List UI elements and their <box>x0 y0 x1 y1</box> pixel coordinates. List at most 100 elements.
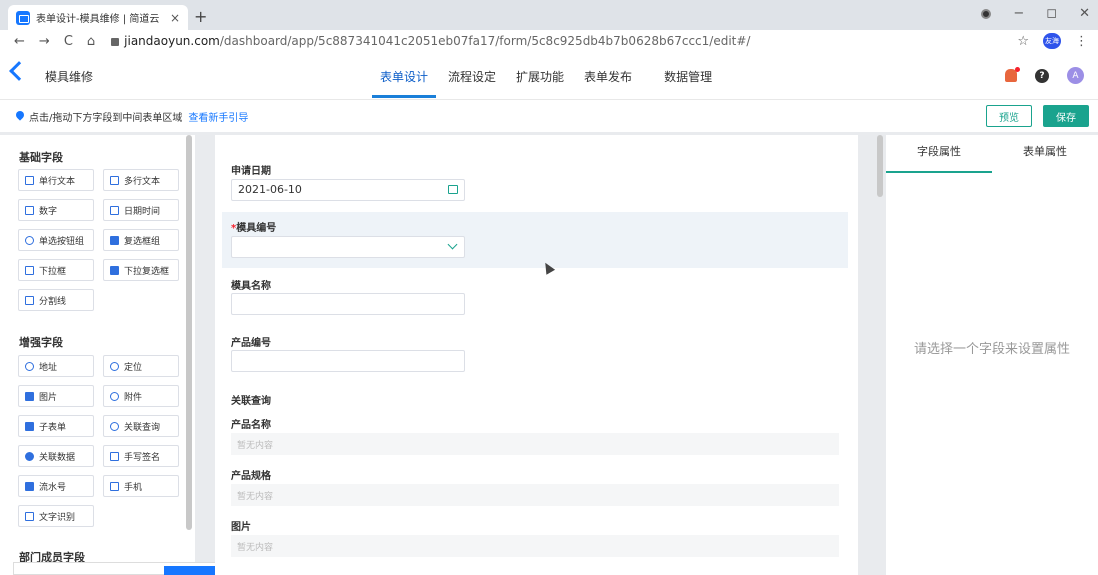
bookmark-star-icon[interactable]: ☆ <box>1017 34 1029 49</box>
link-search-icon <box>110 422 119 431</box>
window-controls: − ◻ ✕ <box>981 6 1090 21</box>
address-bar-actions: ☆ 友海 ⋮ <box>1017 33 1088 49</box>
field-lookup[interactable]: 关联查询 <box>103 415 179 437</box>
table-icon <box>25 422 34 431</box>
field-label: 多行文本 <box>124 174 160 187</box>
image-value: 暂无内容 <box>231 535 839 557</box>
field-dropdown[interactable]: 下拉框 <box>18 259 94 281</box>
tab-extensions[interactable]: 扩展功能 <box>506 52 574 100</box>
advanced-fields-title: 增强字段 <box>19 334 63 350</box>
field-label: 分割线 <box>39 294 66 307</box>
field-label: 子表单 <box>39 420 66 433</box>
field-subform[interactable]: 子表单 <box>18 415 94 437</box>
field-label: 地址 <box>39 360 57 373</box>
properties-empty-message: 请选择一个字段来设置属性 <box>914 338 1070 357</box>
field-label: 单选按钮组 <box>39 234 84 247</box>
date-input[interactable]: 2021-06-10 <box>231 179 465 201</box>
calendar-icon <box>448 185 458 194</box>
field-address[interactable]: 地址 <box>18 355 94 377</box>
tab-form-design[interactable]: 表单设计 <box>370 52 438 100</box>
maximize-button[interactable]: ◻ <box>1046 6 1057 21</box>
close-window-button[interactable]: ✕ <box>1079 6 1090 21</box>
product-spec-value: 暂无内容 <box>231 484 839 506</box>
browser-tab[interactable]: 表单设计-模具维修 | 简道云 × <box>8 5 188 30</box>
text-icon <box>25 176 34 185</box>
dropdown-icon <box>25 266 34 275</box>
new-tab-button[interactable]: + <box>194 7 207 26</box>
field-label: 附件 <box>124 390 142 403</box>
field-checkbox-group[interactable]: 复选框组 <box>103 229 179 251</box>
reload-button[interactable]: C <box>64 34 73 49</box>
notification-bell-icon[interactable] <box>1005 69 1017 82</box>
field-label: 数字 <box>39 204 57 217</box>
address-pin-icon <box>25 362 34 371</box>
field-label: 关联查询 <box>124 420 160 433</box>
field-image[interactable]: 图片 <box>18 385 94 407</box>
field-datetime[interactable]: 日期时间 <box>103 199 179 221</box>
tab-form-properties[interactable]: 表单属性 <box>992 143 1098 173</box>
help-icon[interactable]: ? <box>1035 69 1049 83</box>
tab-title: 表单设计-模具维修 | 简道云 <box>36 10 164 25</box>
tab-data-management[interactable]: 数据管理 <box>654 52 722 100</box>
user-avatar[interactable]: A <box>1067 67 1084 84</box>
image-label: 图片 <box>231 518 251 533</box>
field-ocr[interactable]: 文字识别 <box>18 505 94 527</box>
field-signature[interactable]: 手写签名 <box>103 445 179 467</box>
field-divider[interactable]: 分割线 <box>18 289 94 311</box>
tab-close-icon[interactable]: × <box>170 11 180 25</box>
canvas-scrollbar[interactable] <box>877 135 883 197</box>
url-field[interactable]: jiandaoyun.com/dashboard/app/5c887341041… <box>111 34 750 48</box>
hint-bar: 点击/拖动下方字段到中间表单区域查看新手引导 预览 保存 <box>0 100 1098 132</box>
guide-link[interactable]: 查看新手引导 <box>188 113 248 124</box>
field-label: 图片 <box>39 390 57 403</box>
preview-button[interactable]: 预览 <box>986 105 1032 127</box>
minimize-button[interactable]: − <box>1013 6 1024 21</box>
field-radio-group[interactable]: 单选按钮组 <box>18 229 94 251</box>
serial-icon <box>25 482 34 491</box>
field-attachment[interactable]: 附件 <box>103 385 179 407</box>
properties-panel: 字段属性 表单属性 请选择一个字段来设置属性 <box>886 135 1098 575</box>
field-label: 定位 <box>124 360 142 373</box>
tab-workflow[interactable]: 流程设定 <box>438 52 506 100</box>
profile-avatar[interactable]: 友海 <box>1043 33 1061 49</box>
chevron-down-icon <box>448 240 458 250</box>
form-canvas: 申请日期 2021-06-10 *模具编号 模具名称 产品编号 关联查询 产品名… <box>215 135 858 575</box>
field-linked-data[interactable]: 关联数据 <box>18 445 94 467</box>
field-dropdown-multi[interactable]: 下拉复选框 <box>103 259 179 281</box>
field-single-line-text[interactable]: 单行文本 <box>18 169 94 191</box>
browser-tabbar: 表单设计-模具维修 | 简道云 × + − ◻ ✕ <box>0 0 1098 30</box>
mold-number-select[interactable] <box>231 236 465 258</box>
divider-icon <box>25 296 34 305</box>
date-value: 2021-06-10 <box>238 183 302 196</box>
field-multi-line-text[interactable]: 多行文本 <box>103 169 179 191</box>
forward-button[interactable]: → <box>39 34 50 49</box>
multi-dropdown-icon <box>110 266 119 275</box>
product-number-input[interactable] <box>231 350 465 372</box>
header-icons: ? A <box>1005 67 1084 84</box>
url-path: /dashboard/app/5c887341041c2051eb07fa17/… <box>220 34 751 48</box>
app-tabs: 表单设计 流程设定 扩展功能 表单发布 数据管理 <box>370 52 722 100</box>
mold-name-input[interactable] <box>231 293 465 315</box>
field-number[interactable]: 数字 <box>18 199 94 221</box>
back-chevron-icon[interactable] <box>9 61 29 81</box>
field-serial-number[interactable]: 流水号 <box>18 475 94 497</box>
crosshair-icon <box>110 362 119 371</box>
image-icon <box>25 392 34 401</box>
save-button[interactable]: 保存 <box>1043 105 1089 127</box>
location-pin-icon <box>14 109 25 120</box>
field-location[interactable]: 定位 <box>103 355 179 377</box>
phone-icon <box>110 482 119 491</box>
bottom-toolbar-button[interactable] <box>164 566 220 575</box>
palette-scrollbar[interactable] <box>186 135 192 530</box>
tab-publish[interactable]: 表单发布 <box>574 52 642 100</box>
mold-number-label: *模具编号 <box>231 219 276 234</box>
browser-menu-icon[interactable]: ⋮ <box>1075 34 1088 49</box>
back-button[interactable]: ← <box>14 34 25 49</box>
ocr-icon <box>25 512 34 521</box>
field-phone[interactable]: 手机 <box>103 475 179 497</box>
linked-data-icon <box>25 452 34 461</box>
tab-field-properties[interactable]: 字段属性 <box>886 143 992 173</box>
field-label: 关联数据 <box>39 450 75 463</box>
app-header: 模具维修 表单设计 流程设定 扩展功能 表单发布 数据管理 ? A <box>0 52 1098 100</box>
home-button[interactable]: ⌂ <box>87 34 95 49</box>
